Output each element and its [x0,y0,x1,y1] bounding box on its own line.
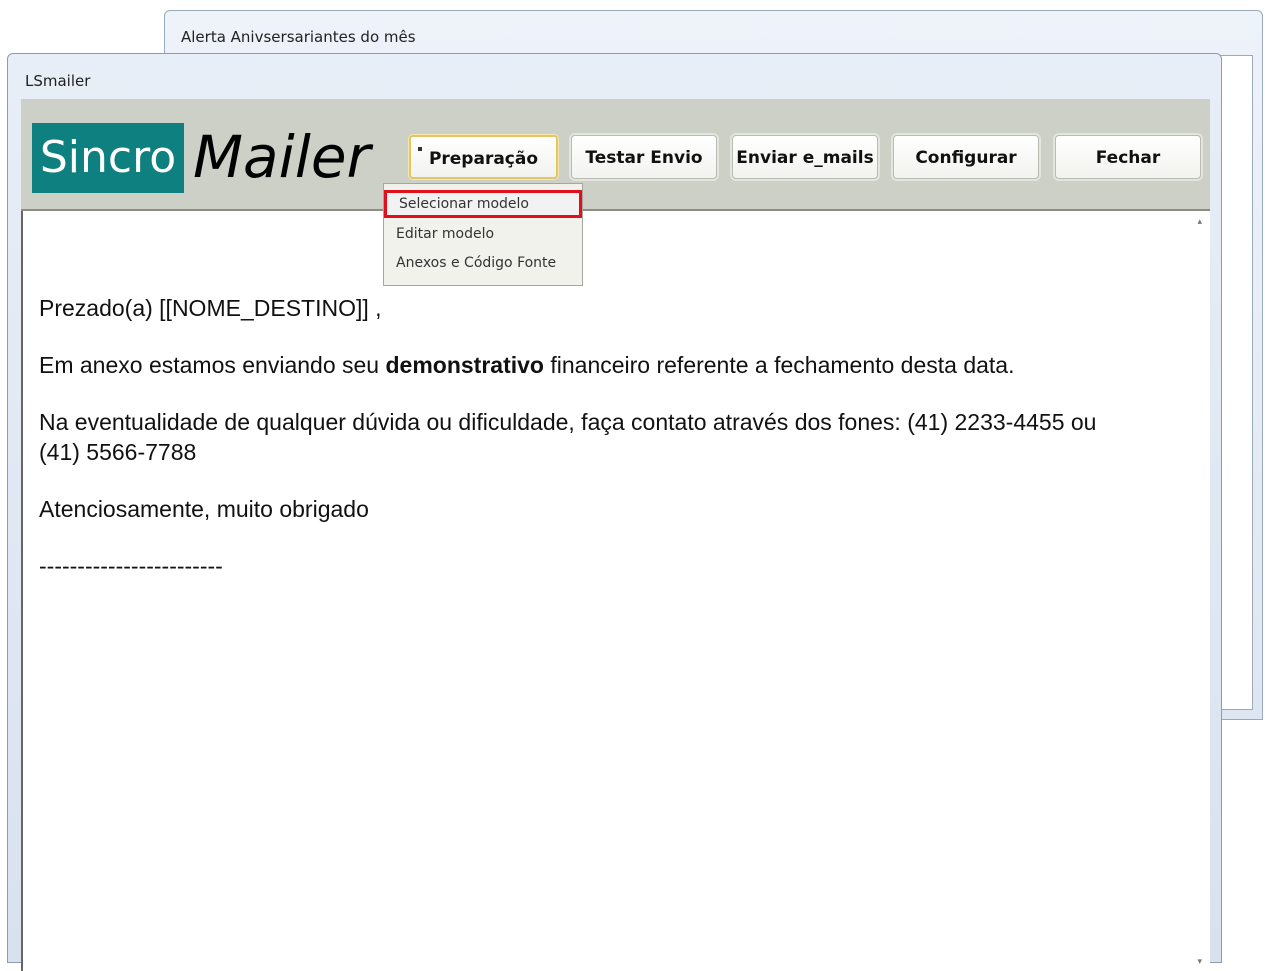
menu-item-editar-modelo[interactable]: Editar modelo [384,220,582,248]
body2-line1: Na eventualidade de qualquer dúvida ou d… [39,409,1097,435]
scroll-down-icon[interactable]: ▾ [1197,957,1202,967]
background-window-title: Alerta Anivsersariantes do mês [181,28,416,46]
enviar-emails-button[interactable]: Enviar e_mails [732,135,878,179]
body1-post: financeiro referente a fechamento desta … [543,352,1015,378]
logo-mailer: Mailer [193,123,371,191]
configurar-button[interactable]: Configurar [893,135,1039,179]
body-paragraph-1: Em anexo estamos enviando seu demonstrat… [39,350,1189,380]
menu-item-selecionar-modelo[interactable]: Selecionar modelo [384,190,582,218]
fechar-button-label: Fechar [1095,148,1161,168]
scroll-up-icon[interactable]: ▴ [1197,217,1202,227]
main-window-title: LSmailer [25,72,91,90]
toolbar: Sincro Mailer Preparação Testar Envio En… [21,99,1210,211]
testar-envio-button[interactable]: Testar Envio [571,135,717,179]
letter-text: Prezado(a) [[NOME_DESTINO]] , Em anexo e… [39,293,1189,608]
testar-envio-button-label: Testar Envio [585,148,703,168]
preparacao-dropdown-menu: Selecionar modelo Editar modelo Anexos e… [383,183,583,286]
logo-sincro: Sincro [32,123,184,193]
body2-line2: (41) 5566-7788 [39,439,197,465]
greeting-line: Prezado(a) [[NOME_DESTINO]] , [39,295,382,321]
menu-item-anexos-codigo-fonte[interactable]: Anexos e Código Fonte [384,249,582,277]
closing-line: Atenciosamente, muito obrigado [39,496,369,522]
enviar-emails-button-label: Enviar e_mails [736,148,874,168]
menu-item-label: Anexos e Código Fonte [396,255,557,271]
body1-pre: Em anexo estamos enviando seu [39,352,386,378]
preparacao-button[interactable]: Preparação [409,135,558,179]
body1-bold: demonstrativo [385,352,544,378]
body-paragraph-2: Na eventualidade de qualquer dúvida ou d… [39,407,1189,467]
menu-indicator-icon [418,147,422,151]
configurar-button-label: Configurar [915,148,1017,168]
menu-item-label: Editar modelo [396,226,495,242]
separator-line: ------------------------ [39,553,223,579]
preparacao-button-label: Preparação [428,149,539,169]
email-body-area[interactable]: ▴ ▾ Prezado(a) [[NOME_DESTINO]] , Em ane… [21,211,1210,971]
fechar-button[interactable]: Fechar [1055,135,1201,179]
main-window[interactable]: LSmailer Sincro Mailer Preparação Testar… [7,53,1222,971]
menu-item-label: Selecionar modelo [399,196,529,212]
